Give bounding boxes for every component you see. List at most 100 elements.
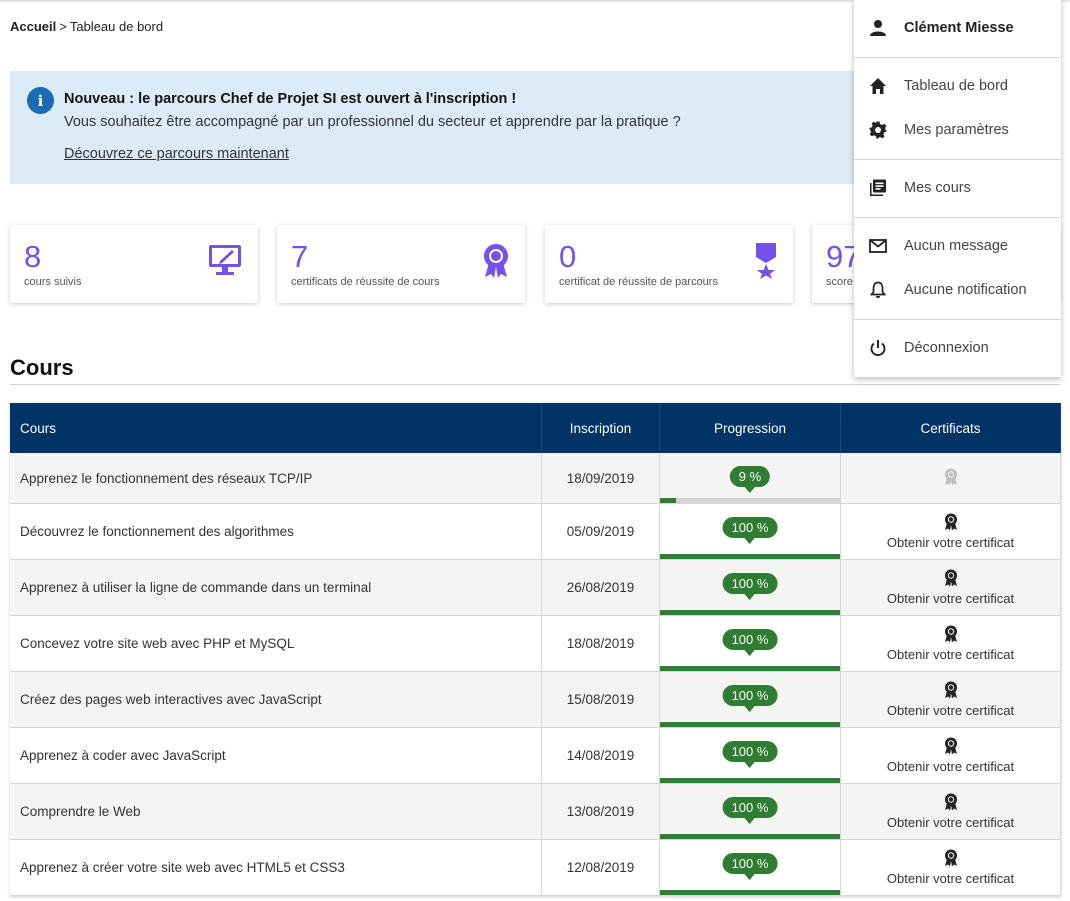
menu-item-label: Mes paramètres xyxy=(904,122,1009,138)
gear-icon xyxy=(868,120,888,140)
announcement-text: Vous souhaitez être accompagné par un pr… xyxy=(64,114,681,130)
progress-cell: 100 % xyxy=(659,559,841,616)
course-name-link[interactable]: Apprenez le fonctionnement des réseaux T… xyxy=(10,453,542,504)
progress-badge: 100 % xyxy=(722,741,778,768)
course-name-link[interactable]: Apprenez à créer votre site web avec HTM… xyxy=(10,839,542,896)
menu-item-label: Aucun message xyxy=(904,238,1008,254)
certificate-ribbon-icon xyxy=(944,737,958,758)
get-certificate-link[interactable]: Obtenir votre certificat xyxy=(841,535,1060,550)
certificate-cell: Obtenir votre certificat xyxy=(840,839,1061,896)
menu-item-label: Aucune notification xyxy=(904,282,1027,298)
certificate-ribbon-icon xyxy=(944,468,958,489)
stat-value: 0 xyxy=(559,239,577,274)
breadcrumb-current: Tableau de bord xyxy=(69,19,164,34)
progress-bar xyxy=(660,778,840,783)
certificate-cell: Obtenir votre certificat xyxy=(840,671,1061,728)
progress-bar-fill xyxy=(660,666,840,671)
menu-divider xyxy=(854,319,1061,320)
course-name-link[interactable]: Découvrez le fonctionnement des algorith… xyxy=(10,503,542,560)
table-row: Apprenez le fonctionnement des réseaux T… xyxy=(10,453,1061,504)
menu-item-settings[interactable]: Mes paramètres xyxy=(854,110,1061,150)
course-name-link[interactable]: Créez des pages web interactives avec Ja… xyxy=(10,671,542,728)
menu-divider xyxy=(854,57,1061,58)
menu-user-profile[interactable]: Clément Miesse xyxy=(854,8,1061,48)
table-row: Apprenez à utiliser la ligne de commande… xyxy=(10,559,1061,616)
get-certificate-link[interactable]: Obtenir votre certificat xyxy=(841,591,1060,606)
get-certificate-link[interactable]: Obtenir votre certificat xyxy=(841,871,1060,886)
certificate-cell: Obtenir votre certificat xyxy=(840,503,1061,560)
stat-label: certificats de réussite de cours xyxy=(291,276,440,288)
certificate-ribbon-icon xyxy=(944,513,958,534)
column-header-enrollment[interactable]: Inscription xyxy=(541,403,660,453)
table-row: Concevez votre site web avec PHP et MySQ… xyxy=(10,615,1061,672)
stat-card-path-certificates: 0 certificat de réussite de parcours xyxy=(545,225,793,303)
get-certificate-link[interactable]: Obtenir votre certificat xyxy=(841,815,1060,830)
menu-item-notifications[interactable]: Aucune notification xyxy=(854,270,1061,310)
progress-badge: 100 % xyxy=(722,517,778,544)
menu-item-messages[interactable]: Aucun message xyxy=(854,226,1061,266)
mail-icon xyxy=(868,236,888,256)
progress-cell: 100 % xyxy=(659,615,841,672)
breadcrumb-separator: > xyxy=(59,19,67,34)
course-name-link[interactable]: Apprenez à utiliser la ligne de commande… xyxy=(10,559,542,616)
menu-item-courses[interactable]: Mes cours xyxy=(854,168,1061,208)
menu-user-name: Clément Miesse xyxy=(904,20,1014,36)
menu-item-dashboard[interactable]: Tableau de bord xyxy=(854,66,1061,106)
progress-bar xyxy=(660,554,840,559)
enrollment-date: 13/08/2019 xyxy=(541,783,660,840)
stat-card-course-certificates: 7 certificats de réussite de cours xyxy=(277,225,525,303)
progress-bar xyxy=(660,498,840,503)
monitor-pencil-icon xyxy=(208,243,242,282)
column-header-course[interactable]: Cours xyxy=(10,403,542,453)
course-name-link[interactable]: Apprenez à coder avec JavaScript xyxy=(10,727,542,784)
progress-cell: 100 % xyxy=(659,503,841,560)
progress-badge: 9 % xyxy=(729,466,771,493)
progress-bar xyxy=(660,666,840,671)
menu-divider xyxy=(854,217,1061,218)
announcement-link[interactable]: Découvrez ce parcours maintenant xyxy=(64,146,289,162)
user-dropdown-menu: Clément Miesse Tableau de bord Mes param… xyxy=(854,0,1061,377)
breadcrumb-home-link[interactable]: Accueil xyxy=(10,19,56,34)
certificate-ribbon-icon xyxy=(944,849,958,870)
banner-star-icon xyxy=(755,243,777,284)
stat-card-courses: 8 cours suivis xyxy=(10,225,258,303)
course-name-link[interactable]: Concevez votre site web avec PHP et MySQ… xyxy=(10,615,542,672)
course-name-link[interactable]: Comprendre le Web xyxy=(10,783,542,840)
get-certificate-link[interactable]: Obtenir votre certificat xyxy=(841,647,1060,662)
table-header-row: Cours Inscription Progression Certificat… xyxy=(10,403,1061,453)
progress-cell: 9 % xyxy=(659,453,841,504)
progress-cell: 100 % xyxy=(659,671,841,728)
get-certificate-link[interactable]: Obtenir votre certificat xyxy=(841,703,1060,718)
announcement-title: Nouveau : le parcours Chef de Projet SI … xyxy=(64,91,517,107)
rosette-icon xyxy=(483,243,509,284)
progress-badge: 100 % xyxy=(722,573,778,600)
enrollment-date: 18/08/2019 xyxy=(541,615,660,672)
enrollment-date: 12/08/2019 xyxy=(541,839,660,896)
info-icon: i xyxy=(27,87,54,114)
certificate-ribbon-icon xyxy=(944,793,958,814)
enrollment-date: 18/09/2019 xyxy=(541,453,660,504)
column-header-progress[interactable]: Progression xyxy=(659,403,841,453)
progress-bar xyxy=(660,890,840,895)
get-certificate-link[interactable]: Obtenir votre certificat xyxy=(841,759,1060,774)
progress-bar xyxy=(660,834,840,839)
column-header-certificates[interactable]: Certificats xyxy=(840,403,1061,453)
user-icon xyxy=(868,18,888,38)
progress-bar-fill xyxy=(660,498,677,503)
home-icon xyxy=(868,76,888,96)
progress-badge: 100 % xyxy=(722,797,778,824)
enrollment-date: 15/08/2019 xyxy=(541,671,660,728)
menu-item-logout[interactable]: Déconnexion xyxy=(854,328,1061,368)
progress-bar-fill xyxy=(660,722,840,727)
menu-item-label: Déconnexion xyxy=(904,340,989,356)
enrollment-date: 26/08/2019 xyxy=(541,559,660,616)
progress-badge: 100 % xyxy=(722,853,778,880)
enrollment-date: 05/09/2019 xyxy=(541,503,660,560)
courses-table: Cours Inscription Progression Certificat… xyxy=(10,403,1061,896)
certificate-cell: Obtenir votre certificat xyxy=(840,727,1061,784)
certificate-cell: Obtenir votre certificat xyxy=(840,783,1061,840)
progress-cell: 100 % xyxy=(659,783,841,840)
progress-bar-fill xyxy=(660,610,840,615)
certificate-cell xyxy=(840,453,1061,504)
enrollment-date: 14/08/2019 xyxy=(541,727,660,784)
